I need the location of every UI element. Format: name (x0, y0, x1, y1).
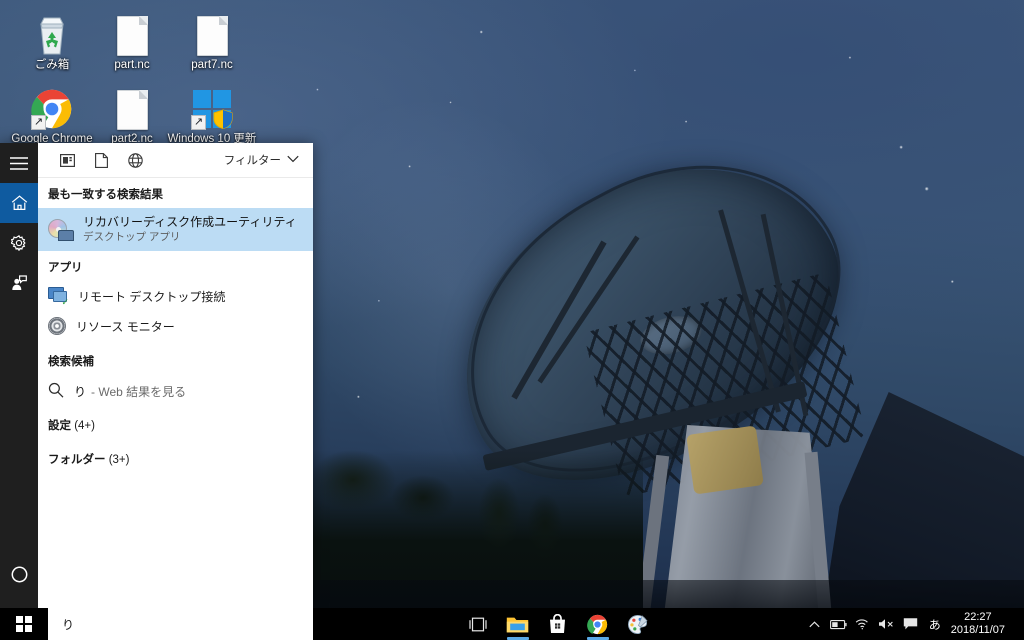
best-match-subtitle: デスクトップ アプリ (83, 231, 181, 243)
search-icon (48, 382, 64, 401)
paint-button[interactable] (618, 608, 658, 640)
system-tray: あ 22:27 2018/11/07 (803, 608, 1024, 640)
windows-update-icon: ↗ (164, 82, 260, 130)
sidebar-item-home[interactable] (0, 183, 38, 223)
taskbar-clock[interactable]: 22:27 2018/11/07 (947, 611, 1014, 637)
web-suggestion-suffix: - Web 結果を見る (91, 385, 187, 399)
search-filter-toolbar: フィルター (38, 143, 313, 178)
best-match-header: 最も一致する検索結果 (48, 189, 163, 201)
search-input-value: り (62, 617, 75, 632)
chevron-down-icon (287, 154, 299, 166)
hamburger-icon[interactable] (0, 143, 38, 183)
globe-icon[interactable] (118, 145, 152, 176)
desktop-icon-label: part7.nc (191, 59, 233, 71)
category-count: (4+) (74, 420, 95, 432)
apps-icon[interactable] (50, 145, 84, 176)
microsoft-store-button[interactable] (538, 608, 578, 640)
windows-start-icon (16, 616, 32, 632)
ime-mode-label: あ (928, 617, 941, 632)
telescope-mount-gear (686, 425, 764, 495)
recovery-disc-icon (48, 218, 74, 241)
desktop-screen: ごみ箱 part.nc part7.nc ↗ Google Chrome par… (0, 0, 1024, 640)
category-folders[interactable]: フォルダー (3+) (38, 442, 313, 476)
cortana-circle-icon[interactable] (0, 554, 38, 594)
apps-section-header: アプリ (48, 262, 83, 274)
taskbar-app-buttons (458, 608, 658, 640)
paint-palette-icon (628, 614, 648, 634)
store-bag-icon (550, 614, 566, 633)
app-result-label: リモート デスクトップ接続 (78, 289, 226, 304)
best-match-result[interactable]: リカバリーディスク作成ユーティリティ デスクトップ アプリ (38, 208, 313, 251)
app-result-label: リソース モニター (76, 319, 175, 334)
file-icon (164, 8, 260, 56)
suggestions-header: 検索候補 (48, 356, 94, 368)
wifi-icon[interactable] (851, 608, 875, 640)
web-suggestion-row[interactable]: り - Web 結果を見る (38, 375, 313, 408)
battery-icon[interactable] (827, 608, 851, 640)
folder-icon (507, 617, 529, 632)
filter-dropdown[interactable]: フィルター (218, 152, 305, 168)
search-panel: フィルター 最も一致する検索結果 リカバリーディスク作成ユーティリティ デスクト… (0, 143, 313, 608)
resource-monitor-icon (48, 317, 66, 335)
chrome-icon (587, 614, 608, 634)
web-suggestion-query: り (74, 385, 87, 399)
app-result-remote-desktop[interactable]: ✓ リモート デスクトップ接続 (38, 281, 313, 311)
show-desktop-button[interactable] (1014, 608, 1020, 640)
ime-mode-button[interactable]: あ (923, 608, 947, 640)
desktop-icon-windows-update[interactable]: ↗ Windows 10 更新 (164, 82, 260, 146)
search-panel-content: フィルター 最も一致する検索結果 リカバリーディスク作成ユーティリティ デスクト… (38, 143, 313, 608)
sidebar-item-feedback[interactable] (0, 263, 38, 303)
category-label: 設定 (48, 420, 71, 432)
shortcut-arrow-icon: ↗ (191, 115, 206, 130)
app-result-resource-monitor[interactable]: リソース モニター (38, 311, 313, 341)
category-settings[interactable]: 設定 (4+) (38, 408, 313, 442)
start-button[interactable] (0, 608, 48, 640)
speaker-muted-icon[interactable] (875, 608, 899, 640)
filter-label: フィルター (223, 155, 281, 167)
file-explorer-button[interactable] (498, 608, 538, 640)
google-chrome-button[interactable] (578, 608, 618, 640)
search-panel-rail (0, 143, 38, 608)
shortcut-arrow-icon: ↗ (31, 115, 46, 130)
clock-time: 22:27 (964, 611, 992, 623)
show-hidden-icons-button[interactable] (803, 608, 827, 640)
taskbar-search-input[interactable]: り (48, 608, 313, 640)
best-match-title: リカバリーディスク作成ユーティリティ (83, 215, 297, 229)
taskbar: り あ 22:27 2018/11/07 (0, 608, 1024, 640)
desktop-icon-part7-nc[interactable]: part7.nc (164, 8, 260, 72)
clock-date: 2018/11/07 (950, 624, 1005, 636)
action-center-button[interactable] (899, 608, 923, 640)
sidebar-item-settings[interactable] (0, 223, 38, 263)
category-count: (3+) (108, 454, 130, 466)
task-view-button[interactable] (458, 608, 498, 640)
remote-desktop-icon: ✓ (48, 287, 69, 307)
category-label: フォルダー (48, 454, 106, 466)
document-icon[interactable] (84, 145, 118, 176)
